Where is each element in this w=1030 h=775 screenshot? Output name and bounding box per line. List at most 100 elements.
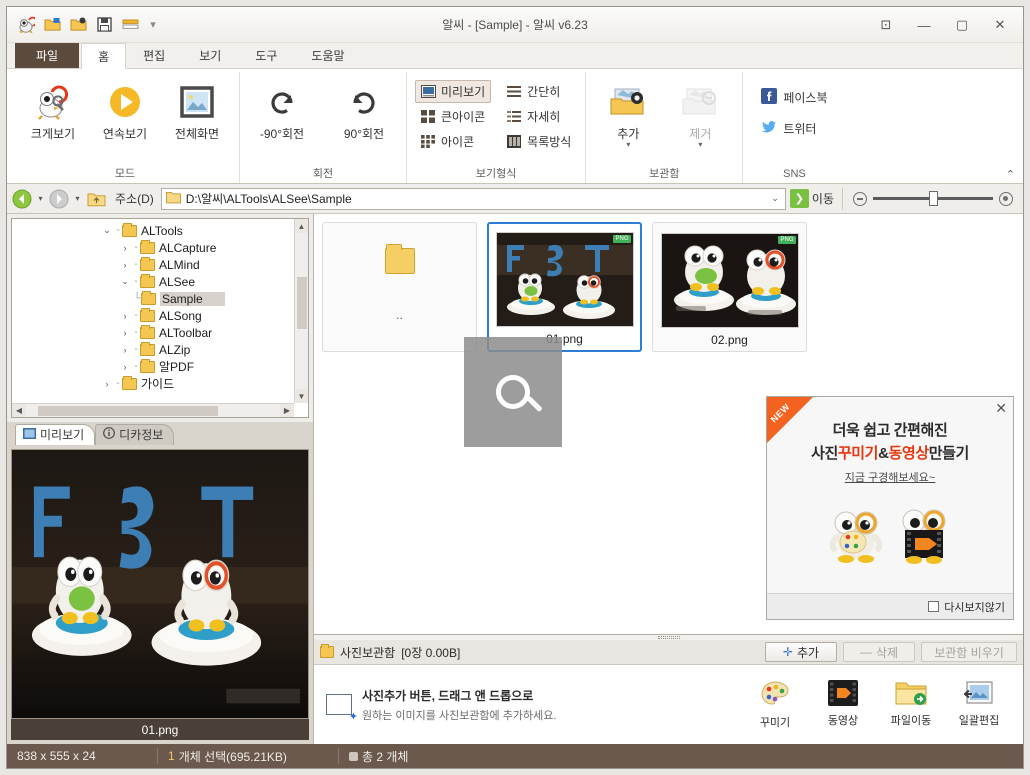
viewmode-large-icons[interactable]: 큰아이콘 [415, 105, 491, 128]
ad-subtitle[interactable]: 지금 구경해보세요~ [777, 469, 1003, 485]
go-button[interactable]: ❯ 이동 [788, 188, 834, 210]
ad-dont-show-checkbox[interactable] [928, 601, 940, 612]
fullscreen-button[interactable]: 전체화면 [163, 76, 231, 142]
ad-close-button[interactable]: ✕ [995, 400, 1007, 417]
basket-delete-button[interactable]: — 삭제 [843, 642, 915, 662]
tab-home[interactable]: 홈 [81, 43, 127, 69]
tree-expander-icon[interactable]: › [118, 311, 132, 321]
tree-horizontal-scrollbar[interactable]: ◀ ▶ [12, 403, 294, 417]
thumbnail-parent-folder[interactable]: .. [322, 222, 477, 352]
tool-file-move[interactable]: 파일이동 [885, 680, 937, 730]
tree-expander-icon[interactable]: › [118, 328, 132, 338]
open-folder-icon[interactable] [42, 14, 63, 35]
ad-line2: 사진꾸미기&동영상만들기 [777, 442, 1003, 463]
tree-node-sample[interactable]: └ Sample [14, 290, 294, 307]
tab-file[interactable]: 파일 [15, 42, 80, 68]
scroll-left-icon[interactable]: ◀ [12, 403, 26, 417]
tree-node-alzip[interactable]: › - ALZip [14, 341, 294, 358]
tree-node-almind[interactable]: › - ALMind [14, 256, 294, 273]
ribbon-options-button[interactable]: ⊡ [867, 10, 905, 40]
tree-expander-icon[interactable]: › [118, 260, 132, 270]
ribbon-collapse-button[interactable]: ⌃ [1006, 168, 1015, 181]
tab-camera-info[interactable]: 디카정보 [95, 424, 175, 445]
forward-button[interactable] [48, 188, 70, 210]
save-icon[interactable] [94, 14, 115, 35]
tool-decorate[interactable]: 꾸미기 [749, 680, 801, 730]
tree-expander-icon[interactable]: › [118, 345, 132, 355]
status-selection-text: 개체 선택(695.21KB) [178, 749, 287, 764]
chevron-down-icon-2[interactable]: ▾ [698, 141, 702, 149]
rotate-right-button[interactable]: 90°회전 [330, 76, 398, 142]
rotate-left-button[interactable]: -90°회전 [248, 76, 316, 142]
basket-add-button[interactable]: 추가 ▾ [594, 76, 662, 149]
big-view-button[interactable]: 크게보기 [19, 76, 87, 142]
viewmode-detail[interactable]: 자세히 [501, 105, 577, 128]
folder-icon [122, 375, 137, 390]
thumbnail-image: PNG [495, 232, 634, 327]
thumbnail-item-02[interactable]: PNG 02.png [652, 222, 807, 352]
tree-vertical-scrollbar[interactable]: ▲ ▼ [294, 219, 308, 403]
advertisement-popup: NEW ✕ 더욱 쉽고 간편해진 사진꾸미기&동영상만들기 지금 구경해보세요~ [766, 396, 1014, 620]
chevron-down-icon[interactable]: ▾ [626, 141, 630, 149]
scroll-right-icon[interactable]: ▶ [280, 403, 294, 417]
viewmode-tile[interactable]: 목록방식 [501, 130, 577, 153]
basket-remove-button[interactable]: 제거 ▾ [666, 76, 734, 149]
basket-clear-button[interactable]: 보관함 비우기 [921, 642, 1017, 662]
tree-node-alsee[interactable]: ⌄ - ALSee [14, 273, 294, 290]
scroll-up-icon[interactable]: ▲ [294, 219, 308, 233]
tab-tools[interactable]: 도구 [238, 42, 294, 68]
qat-more-caret[interactable]: ▾ [146, 18, 160, 31]
left-panel: ⌄ - ALTools › - ALCapture › - ALMind ⌄ -… [7, 214, 314, 744]
preview-image[interactable] [11, 449, 309, 719]
scroll-down-icon[interactable]: ▼ [294, 389, 308, 403]
slideshow-button[interactable]: 연속보기 [91, 76, 159, 142]
tree-expander-icon[interactable]: › [118, 362, 132, 372]
back-history-caret[interactable]: ▾ [35, 194, 46, 203]
thumbnail-item-01[interactable]: PNG 01.png [487, 222, 642, 352]
tree-node-alcapture[interactable]: › - ALCapture [14, 239, 294, 256]
tab-edit[interactable]: 편집 [126, 42, 182, 68]
tree-expander-icon[interactable]: › [118, 243, 132, 253]
viewmode-preview-label: 미리보기 [441, 85, 486, 99]
tree-expander-icon[interactable]: ⌄ [118, 276, 132, 287]
tree-expander-icon[interactable]: ⌄ [100, 225, 114, 236]
tree-node-altoolbar[interactable]: › - ALToolbar [14, 324, 294, 341]
ad-dont-show-label[interactable]: 다시보지않기 [944, 599, 1005, 615]
slideshow-icon[interactable] [120, 14, 141, 35]
tab-help[interactable]: 도움말 [294, 42, 361, 68]
minimize-button[interactable]: — [905, 10, 943, 40]
viewmode-icons[interactable]: 아이콘 [415, 130, 491, 153]
search-overlay[interactable] [464, 337, 562, 447]
viewmode-simple[interactable]: 간단히 [501, 80, 577, 103]
tree-expander-icon[interactable]: › [100, 379, 114, 389]
app-icon[interactable] [16, 14, 37, 35]
tree-node-altools[interactable]: ⌄ - ALTools [14, 222, 294, 239]
tree-node-alpdf[interactable]: › - 알PDF [14, 358, 294, 375]
tree-vscroll-thumb[interactable] [297, 277, 307, 329]
tree-node-alsong[interactable]: › - ALSong [14, 307, 294, 324]
share-facebook-button[interactable]: 페이스북 [757, 86, 831, 109]
quick-access-toolbar: ▾ [7, 14, 160, 35]
address-input[interactable]: D:\알씨\ALTools\ALSee\Sample ⌄ [160, 187, 786, 210]
zoom-slider-thumb[interactable] [929, 191, 938, 206]
address-dropdown-caret[interactable]: ⌄ [771, 193, 781, 204]
up-folder-button[interactable] [85, 188, 107, 210]
tree-hscroll-thumb[interactable] [38, 406, 218, 416]
basket-dropzone[interactable]: 사진추가 버튼, 드래그 앤 드롭으로 원하는 이미지를 사진보관함에 추가하세… [314, 665, 1023, 744]
basket-add-button-small[interactable]: ✛ 추가 [765, 642, 837, 662]
forward-history-caret[interactable]: ▾ [72, 194, 83, 203]
close-button[interactable]: ✕ [981, 10, 1019, 40]
zoom-slider[interactable] [873, 191, 993, 206]
tab-view[interactable]: 보기 [182, 42, 238, 68]
viewmode-preview[interactable]: 미리보기 [415, 80, 492, 103]
zoom-out-icon[interactable] [853, 191, 867, 206]
tool-video[interactable]: 동영상 [817, 679, 869, 730]
maximize-button[interactable]: ▢ [943, 10, 981, 40]
tool-batch-edit[interactable]: 일괄편집 [953, 680, 1005, 730]
zoom-in-icon[interactable] [999, 191, 1013, 206]
share-twitter-button[interactable]: 트위터 [757, 117, 831, 140]
tree-node-guide[interactable]: › - 가이드 [14, 375, 294, 392]
save-as-folder-icon[interactable] [68, 14, 89, 35]
back-button[interactable] [11, 188, 33, 210]
tab-preview[interactable]: 미리보기 [15, 424, 96, 445]
